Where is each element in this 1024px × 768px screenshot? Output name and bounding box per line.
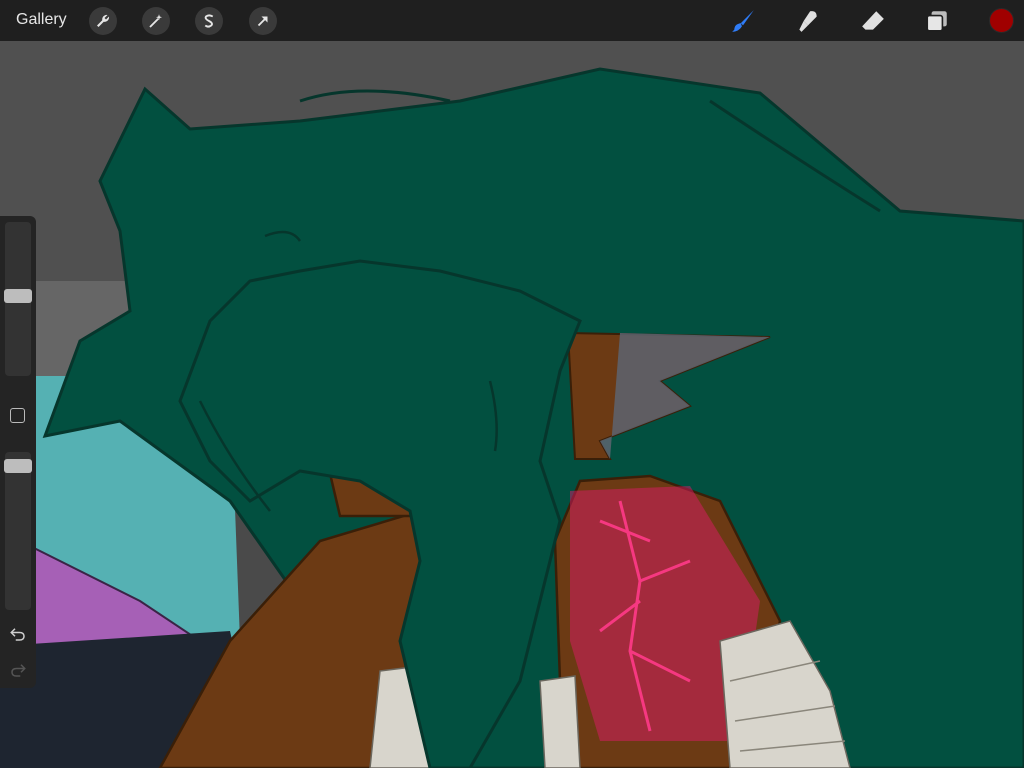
opacity-slider[interactable]: [4, 452, 32, 610]
layers-button[interactable]: [922, 6, 952, 36]
adjustments-button[interactable]: [142, 7, 170, 35]
wrench-icon: [97, 14, 110, 27]
brush-icon: [732, 10, 754, 32]
top-toolbar: Gallery: [0, 0, 1024, 41]
brush-tool-button[interactable]: [728, 6, 758, 36]
gallery-button[interactable]: Gallery: [16, 10, 67, 30]
smudge-tool-button[interactable]: [793, 6, 823, 36]
layers-icon: [926, 11, 947, 32]
side-toolbar: [0, 216, 36, 688]
undo-button[interactable]: [8, 624, 28, 644]
drawing-canvas[interactable]: [0, 41, 1024, 768]
undo-icon: [10, 628, 25, 641]
actions-button[interactable]: [89, 7, 117, 35]
transform-arrow-icon: [257, 16, 268, 27]
selection-button[interactable]: [195, 7, 223, 35]
procreate-app: Gallery: [0, 0, 1024, 768]
transform-button[interactable]: [249, 7, 277, 35]
redo-icon: [11, 664, 26, 677]
canvas-artwork[interactable]: [0, 41, 1024, 768]
opacity-slider-thumb[interactable]: [4, 459, 32, 473]
redo-button[interactable]: [8, 660, 28, 680]
color-picker-button[interactable]: [989, 8, 1014, 33]
selection-s-icon: [204, 14, 214, 28]
smudge-icon: [799, 11, 817, 32]
eraser-tool-button[interactable]: [858, 6, 888, 36]
modify-button[interactable]: [10, 408, 25, 423]
brush-size-slider[interactable]: [4, 222, 32, 376]
brush-size-slider-thumb[interactable]: [4, 289, 32, 303]
magic-wand-icon: [149, 14, 162, 28]
eraser-icon: [862, 11, 884, 30]
